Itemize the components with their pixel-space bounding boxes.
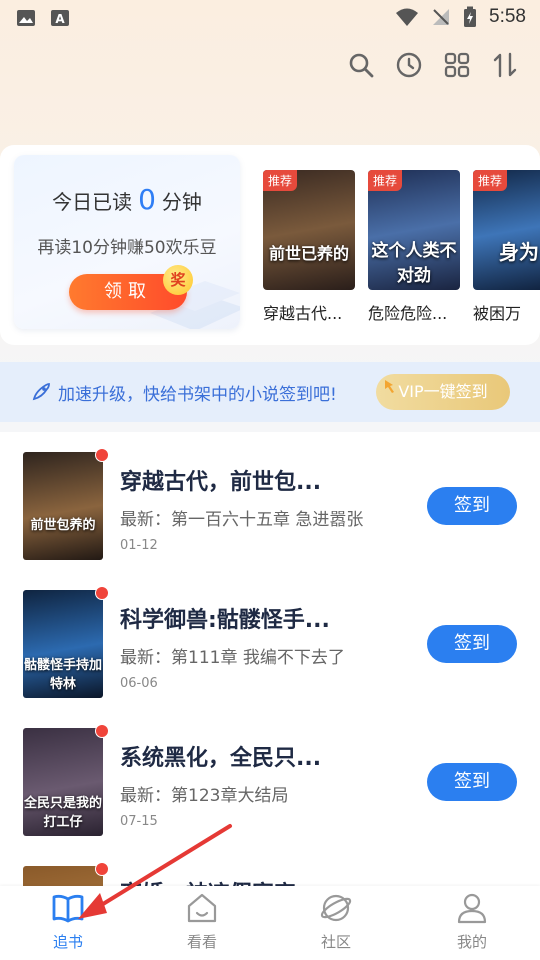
home-icon: [187, 893, 217, 923]
bottom-nav: 追书 看看 社区 我的: [0, 886, 540, 960]
update-dot: [95, 724, 109, 738]
bookshelf-list: 前世包养的 穿越古代，前世包... 最新：第一百六十五章 急进嚣张 01-12 …: [0, 432, 540, 892]
latest-chapter: 最新：第123章大结局: [120, 786, 289, 806]
planet-icon: [320, 894, 352, 922]
nav-item-browse[interactable]: 看看: [162, 892, 242, 952]
list-item[interactable]: 骷髅怪手持加特林 科学御兽:骷髅怪手... 最新：第111章 我编不下去了 06…: [0, 570, 540, 708]
today-read-prefix: 今日已读: [52, 190, 133, 214]
nav-item-community[interactable]: 社区: [296, 892, 376, 952]
status-time: 5:58: [489, 6, 526, 27]
read-minutes: 0: [138, 183, 156, 216]
history-clock-icon[interactable]: [396, 52, 422, 78]
list-item[interactable]: 前世包养的 穿越古代，前世包... 最新：第一百六十五章 急进嚣张 01-12 …: [0, 432, 540, 570]
book-title: 穿越古代，前世包...: [120, 470, 322, 495]
no-signal-icon: [433, 9, 450, 25]
svg-text:A: A: [55, 12, 65, 26]
sign-in-button[interactable]: 签到: [427, 625, 517, 663]
recommend-tag: 推荐: [473, 170, 508, 191]
nav-label: 社区: [320, 933, 351, 951]
update-dot: [95, 448, 109, 462]
book-cover: 这个人类不对劲 推荐: [368, 170, 460, 290]
update-dot: [95, 862, 109, 876]
open-book-icon: [52, 894, 84, 923]
book-cover: 身为 推荐: [473, 170, 540, 290]
font-icon: A: [51, 10, 69, 26]
recommend-tag: 推荐: [263, 170, 298, 191]
update-date: 01-12: [120, 538, 158, 553]
reward-badge: 奖: [163, 265, 193, 295]
toolbar: [348, 52, 518, 78]
recommended-book[interactable]: 身为 推荐 被困万: [473, 170, 540, 324]
nav-label: 看看: [186, 933, 217, 951]
latest-chapter: 最新：第一百六十五章 急进嚣张: [120, 510, 364, 530]
cover-title: 这个人类不对劲: [371, 241, 457, 286]
reward-text: 再读10分钟赚50欢乐豆: [37, 238, 217, 258]
latest-chapter: 最新：第111章 我编不下去了: [120, 648, 345, 668]
book-cover: 前世已养的 推荐: [263, 170, 355, 290]
search-icon[interactable]: [348, 52, 374, 78]
recommend-tag: 推荐: [368, 170, 403, 191]
book-cover: 骷髅怪手持加特林: [23, 590, 103, 698]
cover-title: 前世已养的: [268, 244, 349, 263]
reading-time-card: 今日已读 0 分钟 再读10分钟赚50欢乐豆 领取: [14, 155, 240, 329]
pointing-hand-icon: [385, 380, 394, 393]
user-icon: [457, 893, 487, 924]
sort-icon[interactable]: [492, 52, 518, 78]
banner-text: 加速升级，快给书架中的小说签到吧!: [58, 385, 337, 405]
nav-label: 追书: [52, 933, 83, 951]
cover-title: 前世包养的: [30, 518, 96, 533]
book-cover: 全民只是我的打工仔: [23, 728, 103, 836]
gallery-icon: [17, 10, 35, 26]
book-title: 科学御兽:骷髅怪手...: [120, 608, 330, 633]
cover-title: 全民只是我的打工仔: [23, 796, 102, 830]
cover-title: 身为: [499, 240, 539, 264]
update-date: 07-15: [120, 814, 158, 829]
sign-in-button[interactable]: 签到: [427, 487, 517, 525]
book-cover: 前世包养的: [23, 452, 103, 560]
update-dot: [95, 586, 109, 600]
status-bar: A 5:58: [0, 0, 540, 36]
sign-in-button[interactable]: 签到: [427, 763, 517, 801]
battery-charging-icon: [464, 6, 477, 27]
nav-item-profile[interactable]: 我的: [432, 892, 512, 952]
cover-title: 骷髅怪手持加特林: [23, 658, 102, 692]
recommended-book-title: 穿越古代...: [263, 304, 343, 323]
update-date: 06-06: [120, 676, 158, 691]
today-read-suffix: 分钟: [161, 190, 202, 214]
grid-view-icon[interactable]: [444, 52, 470, 78]
list-item[interactable]: 全民只是我的打工仔 系统黑化，全民只... 最新：第123章大结局 07-15 …: [0, 708, 540, 846]
nav-item-bookshelf[interactable]: 追书: [28, 892, 108, 952]
today-read-line: 今日已读 0 分钟: [14, 183, 240, 216]
recommended-book[interactable]: 这个人类不对劲 推荐 危险危险...: [368, 170, 460, 324]
wifi-icon: [396, 8, 419, 26]
rocket-icon: [32, 383, 50, 401]
nav-label: 我的: [456, 933, 487, 951]
recommended-book-title: 危险危险...: [368, 304, 448, 323]
recommended-book[interactable]: 前世已养的 推荐 穿越古代...: [263, 170, 355, 324]
book-title: 系统黑化，全民只...: [120, 746, 322, 771]
recommended-book-title: 被困万: [473, 304, 522, 323]
